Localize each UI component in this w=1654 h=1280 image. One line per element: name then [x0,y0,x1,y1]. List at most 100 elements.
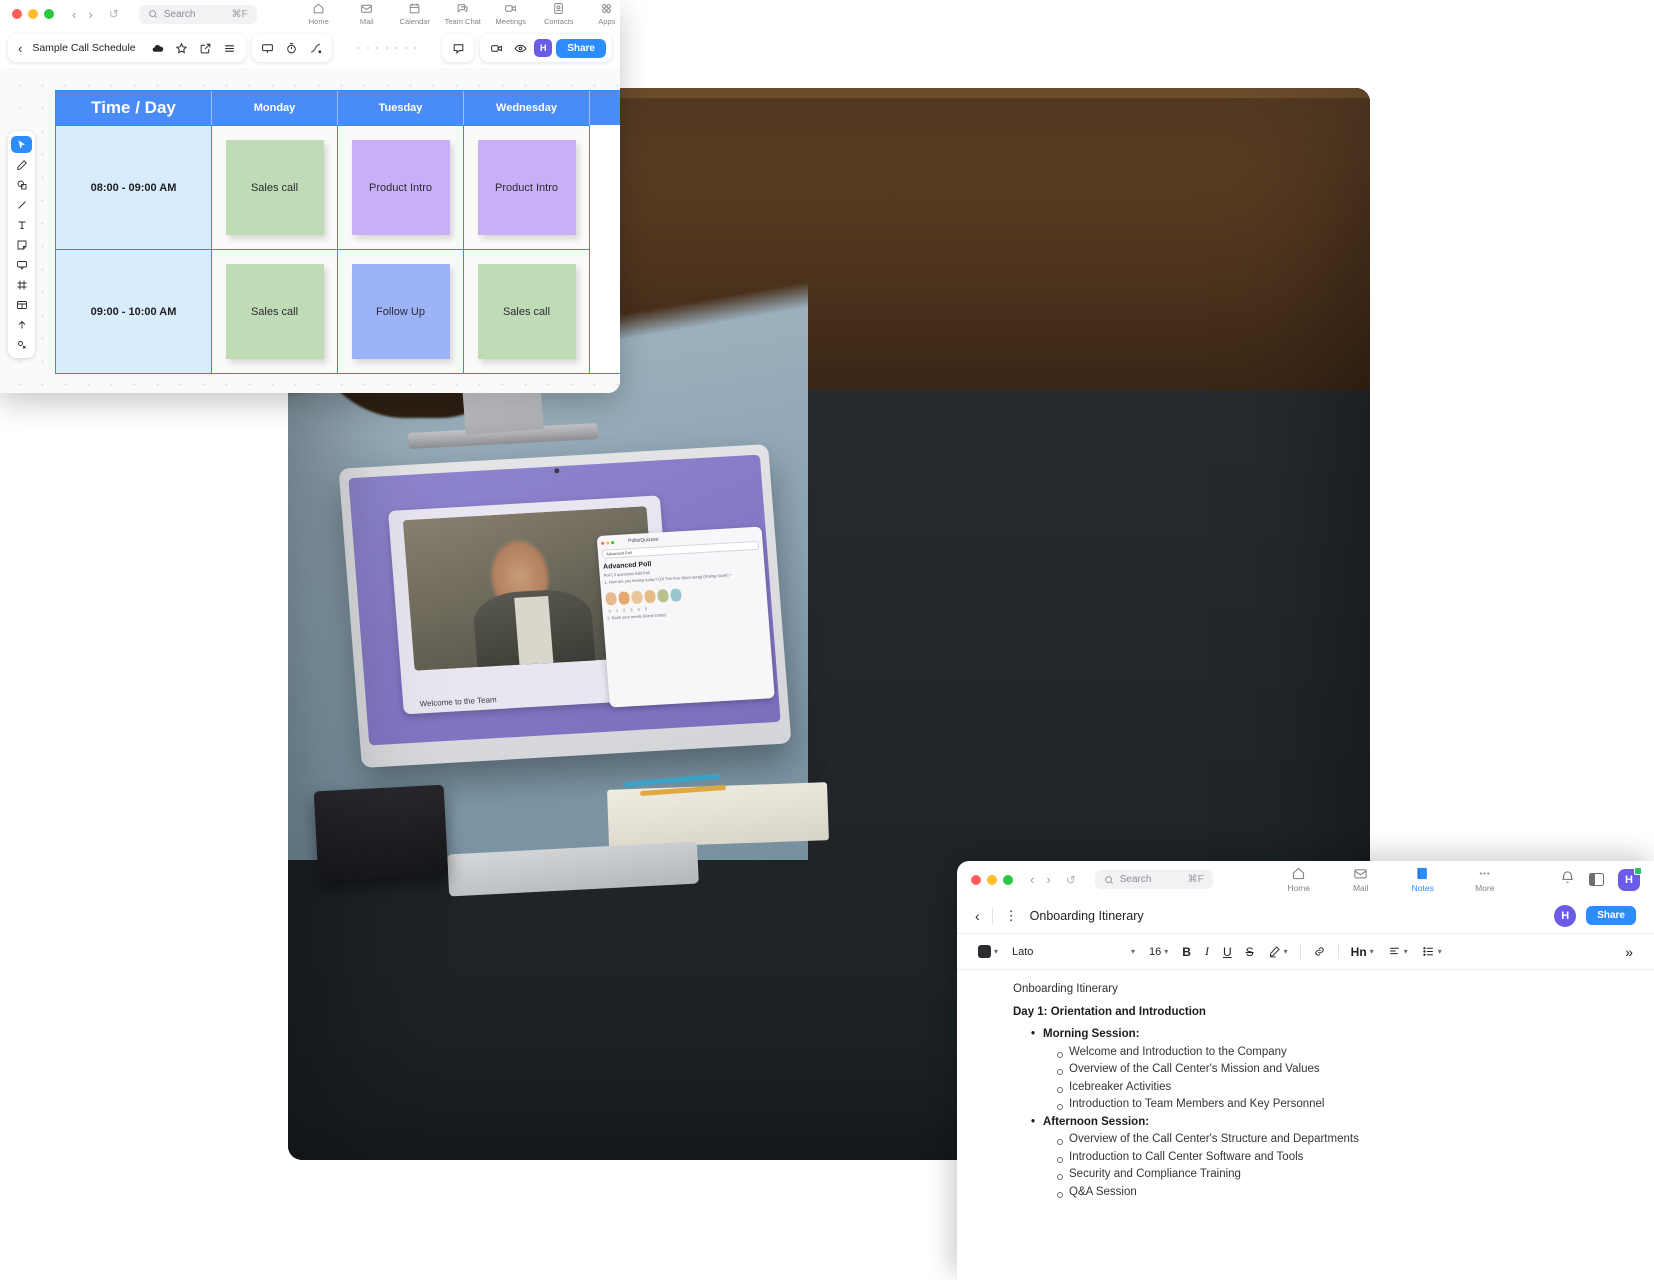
template-tool[interactable] [11,296,32,313]
open-external-icon[interactable] [196,38,216,58]
schedule-cell[interactable]: Product Intro [464,125,590,249]
notes-document-body[interactable]: Onboarding Itinerary Day 1: Orientation … [957,970,1654,1198]
notes-window: ‹ › ↺ Search ⌘F Home Mail Notes More H ‹… [957,861,1654,1280]
maximize-window-button[interactable] [1003,874,1013,885]
sticky-note[interactable]: Sales call [225,264,324,359]
sticky-note[interactable]: Product Intro [477,140,576,235]
more-tools[interactable] [11,336,32,353]
audience-view-icon[interactable] [510,38,530,58]
doc-avatar[interactable]: H [1554,904,1577,927]
close-window-button[interactable] [971,874,981,885]
highlight-button[interactable]: ▾ [1261,945,1295,958]
notes-top-nav[interactable]: Home Mail Notes More [1268,866,1516,893]
contacts-icon [554,3,564,14]
sticky-note[interactable]: Sales call [225,140,324,235]
strikethrough-button[interactable]: S [1239,945,1261,959]
back-arrow-icon[interactable]: ‹ [1030,872,1034,887]
star-icon[interactable] [172,38,192,58]
maximize-window-button[interactable] [44,9,54,19]
cloud-save-icon[interactable] [148,38,168,58]
toggle-sidebar-icon[interactable] [1589,873,1604,886]
share-button[interactable]: Share [556,38,606,58]
list-select[interactable]: ▾ [1415,945,1449,958]
window-controls[interactable] [12,9,54,19]
schedule-cell[interactable]: Sales call [212,125,338,249]
schedule-cell[interactable]: Follow Up [338,249,464,373]
select-tool[interactable] [11,136,32,153]
italic-button[interactable]: I [1198,944,1216,959]
nav-item-notes[interactable]: Notes [1392,866,1454,893]
notes-nav-arrows[interactable]: ‹ › [1030,872,1051,887]
note-sub-item: Introduction to Call Center Software and… [1055,1151,1632,1164]
notes-search-input[interactable]: Search ⌘F [1094,870,1213,889]
schedule-cell[interactable]: Sales call [212,249,338,373]
video-icon[interactable] [486,38,506,58]
whiteboard-tool-palette[interactable] [8,131,35,358]
search-input[interactable]: Search ⌘F [138,4,257,24]
notes-window-controls[interactable] [971,874,1013,885]
collab-toolbar-group: H Share [480,34,612,62]
heading-select[interactable]: Hn ▾ [1344,945,1381,959]
minimize-window-button[interactable] [28,9,38,19]
underline-button[interactable]: U [1216,945,1239,959]
font-size-select[interactable]: 16 ▾ [1142,946,1175,958]
sticky-note[interactable]: Product Intro [351,140,450,235]
align-select[interactable]: ▾ [1381,945,1415,958]
doc-back-button[interactable]: ‹ [975,908,980,924]
schedule-cell[interactable]: Product Intro [338,125,464,249]
pen-tool[interactable] [11,156,32,173]
note-sub-item: Icebreaker Activities [1055,1081,1632,1094]
forward-arrow-icon[interactable]: › [1046,872,1050,887]
window-nav-arrows[interactable]: ‹ › [72,7,93,22]
nav-item-home[interactable]: Home [1268,866,1330,893]
nav-item-apps[interactable]: Apps [583,2,620,26]
share-button[interactable]: Share [1586,906,1636,925]
schedule-table[interactable]: Time / Day Monday Tuesday Wednesday 08:0… [55,90,620,374]
nav-item-meetings[interactable]: Meetings [487,2,535,26]
menu-icon[interactable] [220,38,240,58]
text-color-picker[interactable]: ▾ [971,945,1005,958]
nav-item-home[interactable]: Home [295,2,343,26]
avatar[interactable]: H [534,39,553,57]
text-tool[interactable] [11,216,32,233]
sticky-note[interactable]: Follow Up [351,264,450,359]
font-family-select[interactable]: Lato ▾ [1005,946,1142,958]
present-icon[interactable] [258,38,278,58]
sticky-note[interactable]: Sales call [477,264,576,359]
history-icon[interactable]: ↺ [1066,873,1076,887]
back-arrow-icon[interactable]: ‹ [72,7,76,22]
board-title[interactable]: Sample Call Schedule [30,42,143,54]
line-tool[interactable] [11,196,32,213]
nav-item-contacts[interactable]: Contacts [535,2,583,26]
app-top-nav[interactable]: Home Mail Calendar Team Chat Meetings Co… [295,2,620,26]
whiteboard-canvas[interactable]: Time / Day Monday Tuesday Wednesday 08:0… [0,68,620,393]
more-formatting-button[interactable]: » [1618,944,1640,960]
forward-arrow-icon[interactable]: › [88,7,92,22]
avatar[interactable]: H [1618,866,1642,891]
nav-item-calendar[interactable]: Calendar [391,2,439,26]
avatar-initial: H [1625,873,1633,886]
minimize-window-button[interactable] [987,874,997,885]
schedule-cell[interactable]: Sales call [464,249,590,373]
column-header-tuesday: Tuesday [338,91,464,125]
notifications-bell-icon[interactable] [1560,870,1575,890]
shapes-tool[interactable] [11,176,32,193]
frame-tool[interactable] [11,276,32,293]
comment-icon[interactable] [448,38,468,58]
bold-button[interactable]: B [1175,945,1198,959]
close-window-button[interactable] [12,9,22,19]
board-back-button[interactable]: ‹ [14,41,26,56]
doc-title[interactable]: Onboarding Itinerary [1030,909,1144,923]
insert-link-button[interactable] [1306,945,1333,958]
laser-pointer-icon[interactable] [306,38,326,58]
upload-tool[interactable] [11,316,32,333]
timer-icon[interactable] [282,38,302,58]
nav-item-mail[interactable]: Mail [1330,866,1392,893]
doc-kebab-menu[interactable]: ⋮ [1005,908,1018,924]
comment-tool[interactable] [11,256,32,273]
nav-item-mail[interactable]: Mail [343,2,391,26]
nav-item-more[interactable]: More [1454,866,1516,893]
nav-item-team-chat[interactable]: Team Chat [439,2,487,26]
sticky-note-tool[interactable] [11,236,32,253]
history-icon[interactable]: ↺ [109,7,119,21]
